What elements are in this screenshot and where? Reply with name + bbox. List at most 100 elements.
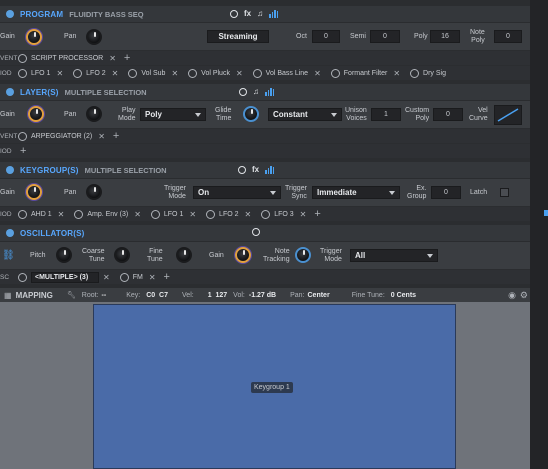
add-icon[interactable]: + [314, 208, 320, 220]
mod-item[interactable]: Vol Pluck [201, 70, 230, 77]
power-icon[interactable] [261, 209, 271, 219]
layers-gain-knob[interactable] [28, 106, 44, 122]
mod-item[interactable]: LFO 2 [86, 70, 105, 77]
add-icon[interactable]: + [113, 130, 119, 142]
add-icon[interactable]: + [20, 145, 26, 157]
layers-pan-knob[interactable] [86, 106, 102, 122]
fm-item[interactable]: FM [133, 274, 143, 281]
program-gain-knob[interactable] [26, 29, 42, 45]
meter-icon[interactable] [269, 9, 279, 18]
close-icon[interactable]: ✕ [393, 69, 400, 78]
mod-item[interactable]: Formant Filter [344, 70, 388, 77]
mod-item[interactable]: LFO 1 [164, 211, 183, 218]
root-value[interactable]: -- [102, 292, 107, 299]
power-icon[interactable] [238, 165, 246, 174]
mod-item[interactable]: LFO 1 [31, 70, 50, 77]
scroll-marker[interactable] [544, 210, 548, 216]
close-icon[interactable]: ✕ [134, 210, 141, 219]
keygroup-gain-knob[interactable] [26, 184, 42, 200]
unison-field[interactable]: 1 [371, 108, 401, 121]
power-icon[interactable] [252, 68, 262, 78]
close-icon[interactable]: ✕ [245, 210, 252, 219]
ex-group-field[interactable]: 0 [431, 186, 461, 199]
power-icon[interactable] [73, 68, 83, 78]
latch-checkbox[interactable] [500, 188, 509, 197]
power-icon[interactable] [239, 87, 247, 96]
close-icon[interactable]: ✕ [56, 69, 63, 78]
fx-icon[interactable]: fx [252, 165, 259, 174]
right-scroll-strip[interactable] [530, 0, 548, 469]
power-icon[interactable] [150, 209, 160, 219]
mod-item[interactable]: LFO 2 [219, 211, 238, 218]
fx-icon[interactable]: fx [244, 9, 251, 18]
mod-item[interactable]: Vol Sub [141, 70, 165, 77]
close-icon[interactable]: ✕ [98, 132, 105, 141]
wrench-icon[interactable]: 🔧︎ [67, 291, 76, 299]
link-icon[interactable]: ⛓ [2, 250, 15, 261]
oscillator-gain-knob[interactable] [235, 247, 251, 263]
note-tracking-knob[interactable] [295, 247, 311, 263]
close-icon[interactable]: ✕ [149, 273, 156, 282]
mod-item[interactable]: Vol Bass Line [266, 70, 308, 77]
trigger-mode-select[interactable]: On [193, 186, 281, 199]
preset-button[interactable]: Streaming [207, 30, 269, 43]
close-icon[interactable]: ✕ [189, 210, 196, 219]
meter-icon[interactable] [265, 87, 274, 96]
close-icon[interactable]: ✕ [300, 210, 307, 219]
note-icon[interactable]: ♫ [257, 9, 263, 18]
fine-tune-knob[interactable] [176, 247, 192, 263]
power-icon[interactable] [18, 68, 27, 78]
power-icon[interactable] [410, 68, 420, 78]
key-range-value[interactable]: C0 C7 [146, 292, 168, 299]
vel-curve-display[interactable] [494, 105, 522, 125]
add-icon[interactable]: + [164, 271, 170, 283]
fine-tune-value[interactable]: 0 Cents [391, 292, 416, 299]
meter-icon[interactable] [265, 165, 275, 174]
pan-value[interactable]: Center [308, 292, 330, 299]
oct-field[interactable]: 0 [312, 30, 340, 43]
settings-icon[interactable]: ⚙ [520, 290, 528, 301]
pitch-knob[interactable] [56, 247, 72, 263]
keygroup-pan-knob[interactable] [86, 184, 102, 200]
mod-item[interactable]: Amp. Env (3) [87, 211, 128, 218]
power-icon[interactable] [206, 209, 216, 219]
oscillator-select[interactable]: <MULTIPLE> (3) [31, 271, 99, 283]
note-poly-field[interactable]: 0 [494, 30, 522, 43]
close-icon[interactable]: ✕ [314, 69, 321, 78]
close-icon[interactable]: ✕ [109, 54, 116, 63]
close-icon[interactable]: ✕ [58, 210, 65, 219]
program-pan-knob[interactable] [86, 29, 102, 45]
poly-field[interactable]: 16 [430, 30, 460, 43]
mod-item[interactable]: LFO 3 [274, 211, 293, 218]
power-icon[interactable] [18, 53, 27, 63]
close-icon[interactable]: ✕ [103, 273, 110, 282]
close-icon[interactable]: ✕ [171, 69, 178, 78]
custom-poly-field[interactable]: 0 [433, 108, 463, 121]
vol-value[interactable]: -1.27 dB [249, 292, 276, 299]
close-icon[interactable]: ✕ [236, 69, 243, 78]
coarse-tune-knob[interactable] [114, 247, 130, 263]
trigger-sync-select[interactable]: Immediate [312, 186, 400, 199]
note-icon[interactable]: ♫ [253, 87, 259, 96]
power-icon[interactable] [128, 68, 138, 78]
glide-knob[interactable] [243, 106, 259, 122]
glide-select[interactable]: Constant [268, 108, 342, 121]
mapping-area[interactable]: Keygroup 1 [0, 302, 530, 469]
power-icon[interactable] [119, 272, 129, 282]
power-icon[interactable] [74, 209, 84, 219]
event-item[interactable]: ARPEGGIATOR (2) [31, 133, 92, 140]
mod-item[interactable]: AHD 1 [31, 211, 52, 218]
play-mode-select[interactable]: Poly [140, 108, 206, 121]
power-icon[interactable] [252, 228, 260, 236]
power-icon[interactable] [230, 9, 238, 18]
close-icon[interactable]: ✕ [112, 69, 119, 78]
mod-item[interactable]: Dry Sig [423, 70, 446, 77]
power-icon[interactable] [18, 131, 27, 141]
power-icon[interactable] [188, 68, 198, 78]
event-item[interactable]: SCRIPT PROCESSOR [31, 55, 103, 62]
add-icon[interactable]: + [124, 52, 130, 64]
power-icon[interactable] [330, 68, 340, 78]
power-icon[interactable] [18, 272, 27, 282]
semi-field[interactable]: 0 [370, 30, 400, 43]
osc-trigger-mode-select[interactable]: All [350, 249, 438, 262]
